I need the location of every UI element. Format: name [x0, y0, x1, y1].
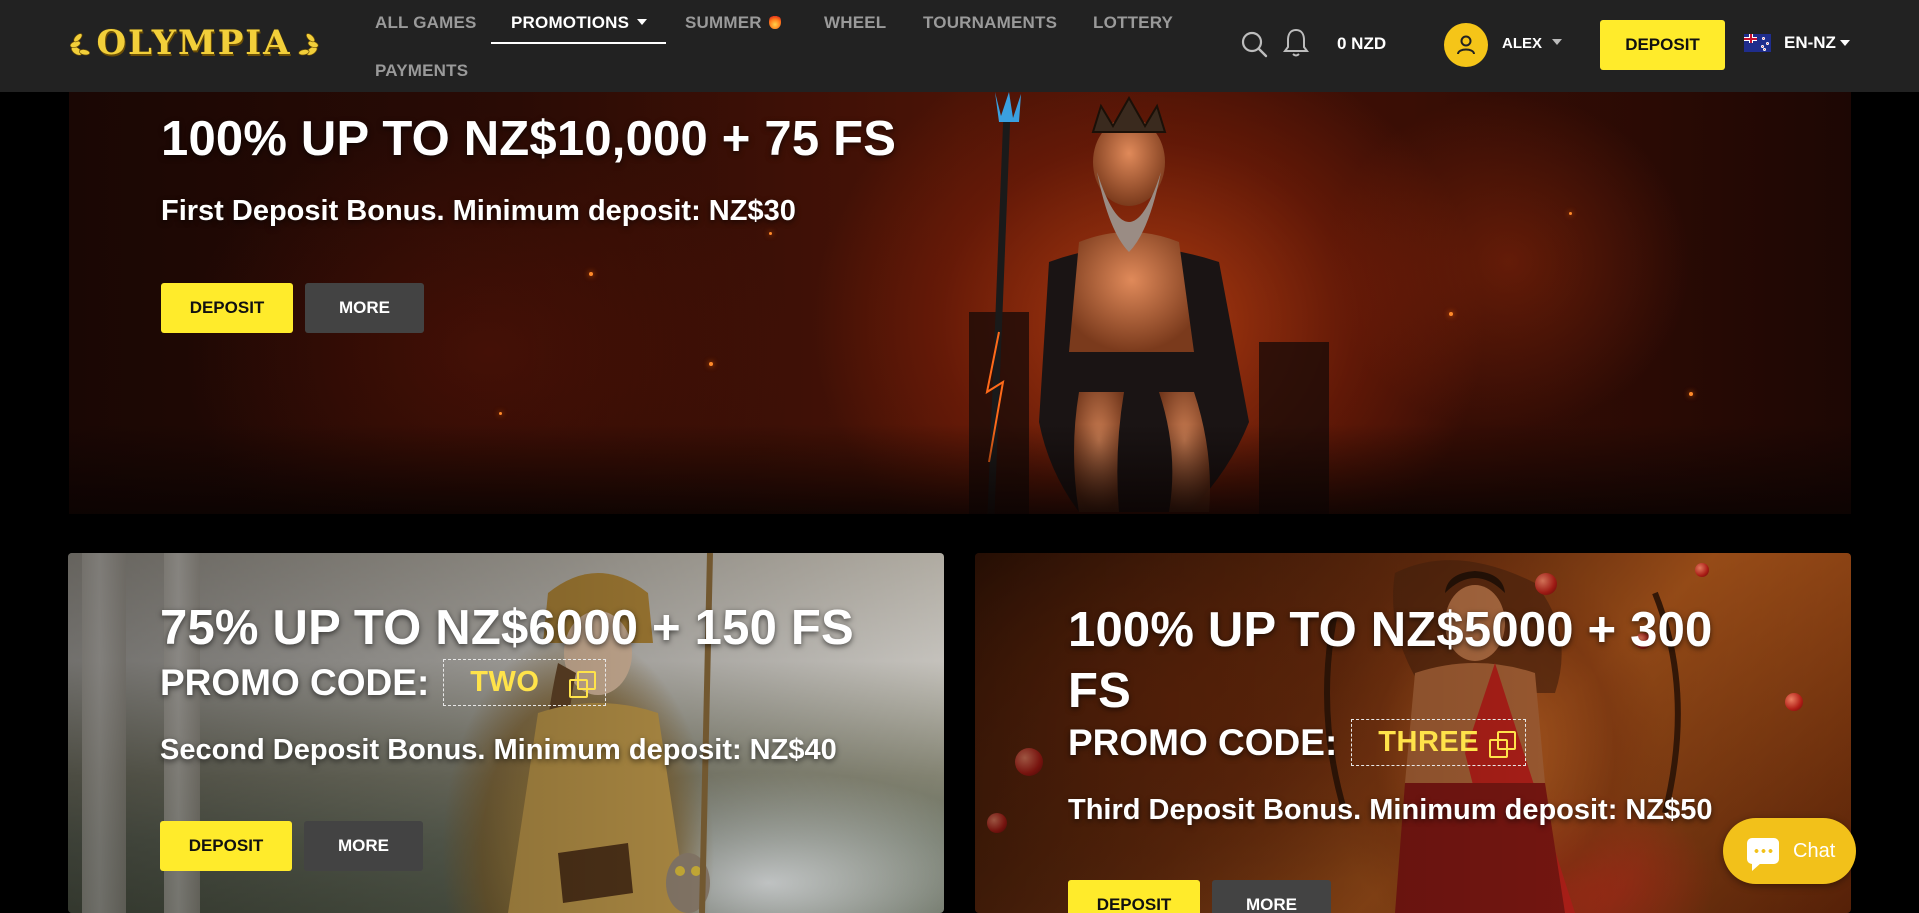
nav-lottery[interactable]: LOTTERY [1093, 13, 1173, 33]
hero-subtitle: First Deposit Bonus. Minimum deposit: NZ… [161, 195, 796, 227]
promo-code-row: PROMO CODE: TWO [160, 659, 607, 706]
promo-code-value: THREE [1378, 726, 1480, 758]
chat-label: Chat [1793, 839, 1836, 862]
nz-flag-icon [1744, 34, 1771, 52]
ember-sparkle [1689, 392, 1693, 396]
hero-deposit-button[interactable]: DEPOSIT [161, 283, 293, 333]
card-title: 75% UP TO NZ$6000 + 150 FS [160, 601, 854, 655]
promo-code-label: PROMO CODE: [160, 661, 430, 703]
promo-code-box[interactable]: TWO [443, 659, 607, 706]
olympia-logo[interactable]: OLYMPIA [70, 18, 318, 68]
hero-title: 100% UP TO NZ$10,000 + 75 FS [161, 112, 897, 166]
ember-sparkle [589, 272, 593, 276]
copy-icon[interactable] [1489, 730, 1517, 758]
ember-sparkle [709, 362, 713, 366]
logo-text: OLYMPIA [96, 23, 292, 63]
card-deposit-button[interactable]: DEPOSIT [160, 821, 292, 871]
chat-button[interactable]: Chat [1723, 818, 1856, 884]
nav-promotions[interactable]: PROMOTIONS [511, 13, 648, 33]
ember-sparkle [499, 412, 502, 415]
card-title: 100% UP TO NZ$5000 + 300 FS [1068, 600, 1712, 722]
language-selector[interactable]: EN-NZ [1744, 33, 1850, 53]
nav-wheel[interactable]: WHEEL [824, 13, 886, 33]
laurel-right-icon [297, 33, 318, 56]
promo-code-label: PROMO CODE: [1068, 721, 1338, 763]
hero-more-button[interactable]: MORE [305, 283, 424, 333]
search-icon[interactable] [1240, 30, 1268, 58]
nav-summer[interactable]: SUMMER [685, 13, 781, 33]
promo-code-box[interactable]: THREE [1351, 719, 1527, 766]
nav-promotions-label: PROMOTIONS [511, 13, 630, 32]
ember-sparkle [1449, 312, 1453, 316]
nav-all-games[interactable]: ALL GAMES [375, 13, 477, 33]
promo-code-row: PROMO CODE: THREE [1068, 719, 1527, 766]
fire-icon [768, 14, 781, 29]
top-header: OLYMPIA ALL GAMES PROMOTIONS SUMMER WHEE… [0, 0, 1919, 92]
hero-banner: 100% UP TO NZ$10,000 + 75 FS First Depos… [69, 92, 1851, 514]
chat-bubble-icon [1747, 838, 1779, 871]
header-deposit-button[interactable]: DEPOSIT [1600, 20, 1725, 70]
card-more-button[interactable]: MORE [1212, 880, 1331, 913]
card-deposit-button[interactable]: DEPOSIT [1068, 880, 1200, 913]
ember-sparkle [769, 232, 772, 235]
hero-bottom-fade [69, 424, 1851, 514]
chevron-down-icon [637, 19, 648, 25]
card-title-line2: FS [1068, 664, 1132, 718]
card-subtitle: Third Deposit Bonus. Minimum deposit: NZ… [1068, 794, 1713, 826]
username-label: ALEX [1502, 35, 1543, 52]
promo-card-third-deposit: 100% UP TO NZ$5000 + 300 FS PROMO CODE: … [975, 553, 1851, 913]
chevron-down-icon [1839, 40, 1850, 46]
nav-payments[interactable]: PAYMENTS [375, 61, 468, 81]
nav-summer-label: SUMMER [685, 13, 762, 32]
nav-active-indicator [491, 42, 666, 44]
balance-display: 0 NZD [1337, 34, 1387, 53]
ember-sparkle [1569, 212, 1572, 215]
card-subtitle: Second Deposit Bonus. Minimum deposit: N… [160, 734, 837, 766]
promo-card-second-deposit: 75% UP TO NZ$6000 + 150 FS PROMO CODE: T… [68, 553, 944, 913]
bell-icon[interactable] [1282, 27, 1310, 59]
promo-code-value: TWO [470, 666, 540, 698]
copy-icon[interactable] [569, 670, 597, 698]
laurel-left-icon [70, 33, 91, 56]
card-more-button[interactable]: MORE [304, 821, 423, 871]
language-label: EN-NZ [1784, 33, 1836, 52]
user-menu[interactable]: ALEX [1502, 35, 1563, 52]
nav-tournaments[interactable]: TOURNAMENTS [923, 13, 1057, 33]
card-title-line1: 100% UP TO NZ$5000 + 300 [1068, 603, 1713, 657]
chevron-down-icon [1552, 39, 1563, 45]
user-icon [1457, 35, 1475, 55]
avatar[interactable] [1444, 23, 1488, 67]
